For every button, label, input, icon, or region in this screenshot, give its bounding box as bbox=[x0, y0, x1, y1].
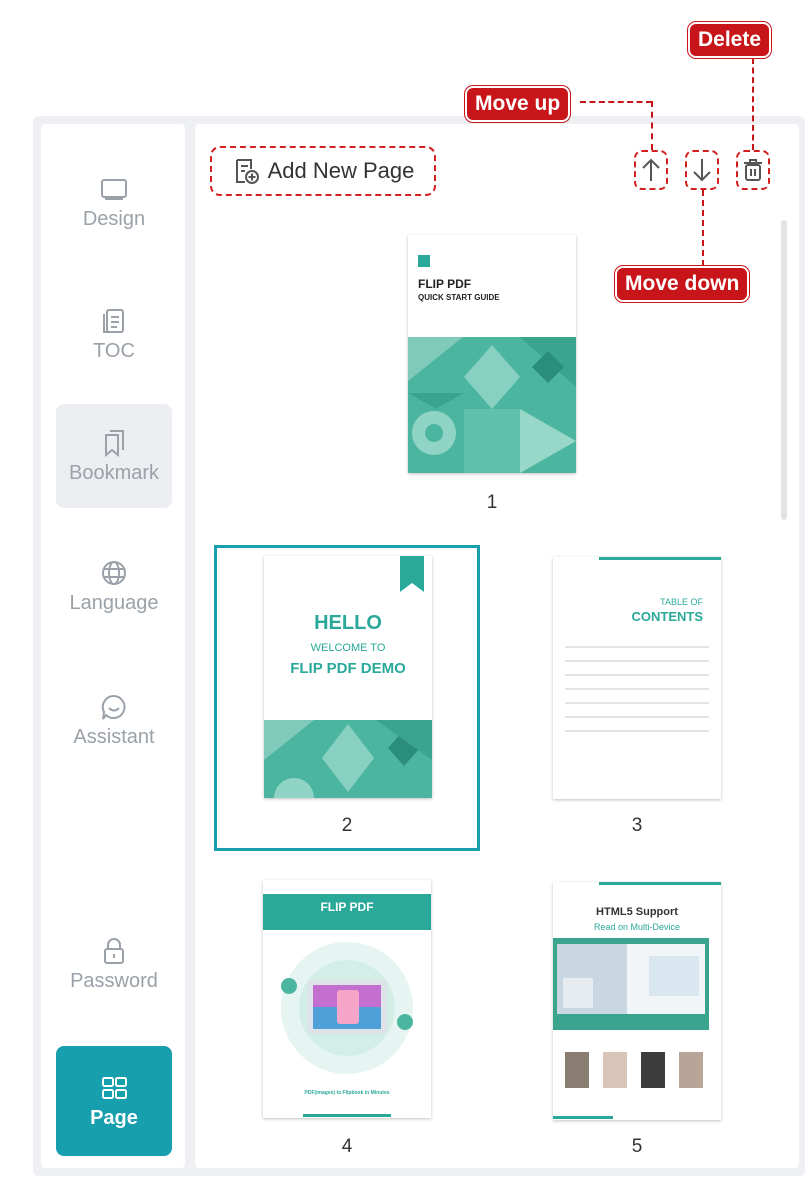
globe-icon bbox=[102, 560, 126, 585]
page-thumbnail-2[interactable]: HELLO WELCOME TO FLIP PDF DEMO bbox=[264, 556, 432, 798]
sidebar-item-language[interactable]: Language bbox=[56, 534, 172, 638]
delete-callout: Delete bbox=[688, 22, 772, 58]
tablet-illustration bbox=[281, 942, 413, 1074]
scrollbar[interactable] bbox=[781, 220, 787, 520]
move-up-callout: Move up bbox=[465, 86, 571, 122]
lock-icon bbox=[104, 937, 124, 964]
page-number-5: 5 bbox=[631, 1136, 643, 1157]
page1-title: FLIP PDF bbox=[418, 277, 472, 291]
bottom-accent-bar bbox=[303, 1114, 391, 1117]
product-photos bbox=[565, 1052, 703, 1088]
sidebar-item-label: Bookmark bbox=[68, 461, 160, 484]
monitor-icon bbox=[101, 178, 127, 200]
sidebar-item-label: Assistant bbox=[73, 725, 155, 748]
page-thumbnail-5[interactable]: HTML5 Support Read on Multi-Device bbox=[553, 882, 721, 1120]
chat-icon bbox=[101, 694, 126, 720]
arrow-down-icon bbox=[693, 159, 711, 182]
page4-title: FLIP PDF bbox=[320, 900, 374, 914]
sidebar-item-label: Password bbox=[70, 969, 158, 992]
sidebar-item-toc[interactable]: TOC bbox=[56, 282, 172, 386]
page5-subtitle: Read on Multi-Device bbox=[593, 922, 681, 932]
page2-welcome: WELCOME TO bbox=[310, 642, 386, 654]
add-new-page-label: Add New Page bbox=[267, 158, 415, 183]
page2-hello: HELLO bbox=[314, 612, 382, 634]
top-accent-bar bbox=[599, 557, 721, 560]
bookmark-ribbon-icon bbox=[400, 556, 424, 592]
geometric-pattern bbox=[408, 337, 576, 473]
logo-icon bbox=[418, 255, 430, 267]
page-number-2: 2 bbox=[341, 815, 353, 836]
page2-demo: FLIP PDF DEMO bbox=[290, 660, 406, 677]
page-number-1: 1 bbox=[486, 492, 498, 513]
page-thumbnail-4[interactable]: FLIP PDF PDF(images) to Flipbook in Minu… bbox=[263, 880, 431, 1118]
add-new-page-button[interactable]: Add New Page bbox=[210, 146, 436, 196]
sidebar-item-label: Design bbox=[82, 207, 146, 230]
move-up-connector-v bbox=[651, 101, 653, 150]
geometric-pattern bbox=[264, 720, 432, 798]
move-down-callout: Move down bbox=[615, 266, 750, 302]
arrow-up-icon bbox=[642, 158, 660, 181]
delete-button[interactable] bbox=[736, 150, 770, 190]
move-down-button[interactable] bbox=[685, 150, 719, 190]
page3-heading2: CONTENTS bbox=[631, 609, 704, 624]
move-up-connector-h bbox=[580, 101, 652, 103]
sidebar-item-page[interactable]: Page bbox=[56, 1046, 172, 1156]
page4-footer: PDF(images) to Flipbook in Minutes bbox=[304, 1090, 390, 1096]
page3-heading1: TABLE OF bbox=[660, 597, 703, 607]
top-accent-bar bbox=[599, 882, 721, 885]
toc-icon bbox=[103, 308, 124, 333]
move-down-connector bbox=[702, 190, 704, 266]
toc-lines bbox=[565, 646, 709, 732]
sidebar-item-label: TOC bbox=[93, 339, 135, 362]
sidebar-item-assistant[interactable]: Assistant bbox=[56, 668, 172, 772]
page5-title: HTML5 Support bbox=[596, 906, 678, 918]
page-thumbnail-3[interactable]: TABLE OF CONTENTS bbox=[553, 557, 721, 799]
page-number-3: 3 bbox=[631, 815, 643, 836]
sidebar-item-password[interactable]: Password bbox=[56, 912, 172, 1016]
bookmark-icon bbox=[105, 429, 124, 457]
move-up-button[interactable] bbox=[634, 150, 668, 190]
sidebar-item-design[interactable]: Design bbox=[56, 150, 172, 254]
grid-icon bbox=[102, 1076, 127, 1099]
magazine-spread-image bbox=[553, 938, 709, 1030]
sidebar-item-label: Page bbox=[90, 1106, 138, 1129]
add-page-icon bbox=[235, 159, 259, 184]
sidebar-item-bookmark[interactable]: Bookmark bbox=[56, 404, 172, 508]
trash-icon bbox=[744, 159, 762, 181]
sidebar-item-label: Language bbox=[69, 591, 159, 614]
bottom-accent-bar bbox=[553, 1116, 613, 1119]
page1-subtitle: QUICK START GUIDE bbox=[418, 293, 500, 302]
page-number-4: 4 bbox=[341, 1136, 353, 1157]
page-thumbnail-1[interactable]: FLIP PDF QUICK START GUIDE bbox=[408, 235, 576, 473]
delete-connector bbox=[752, 58, 754, 150]
